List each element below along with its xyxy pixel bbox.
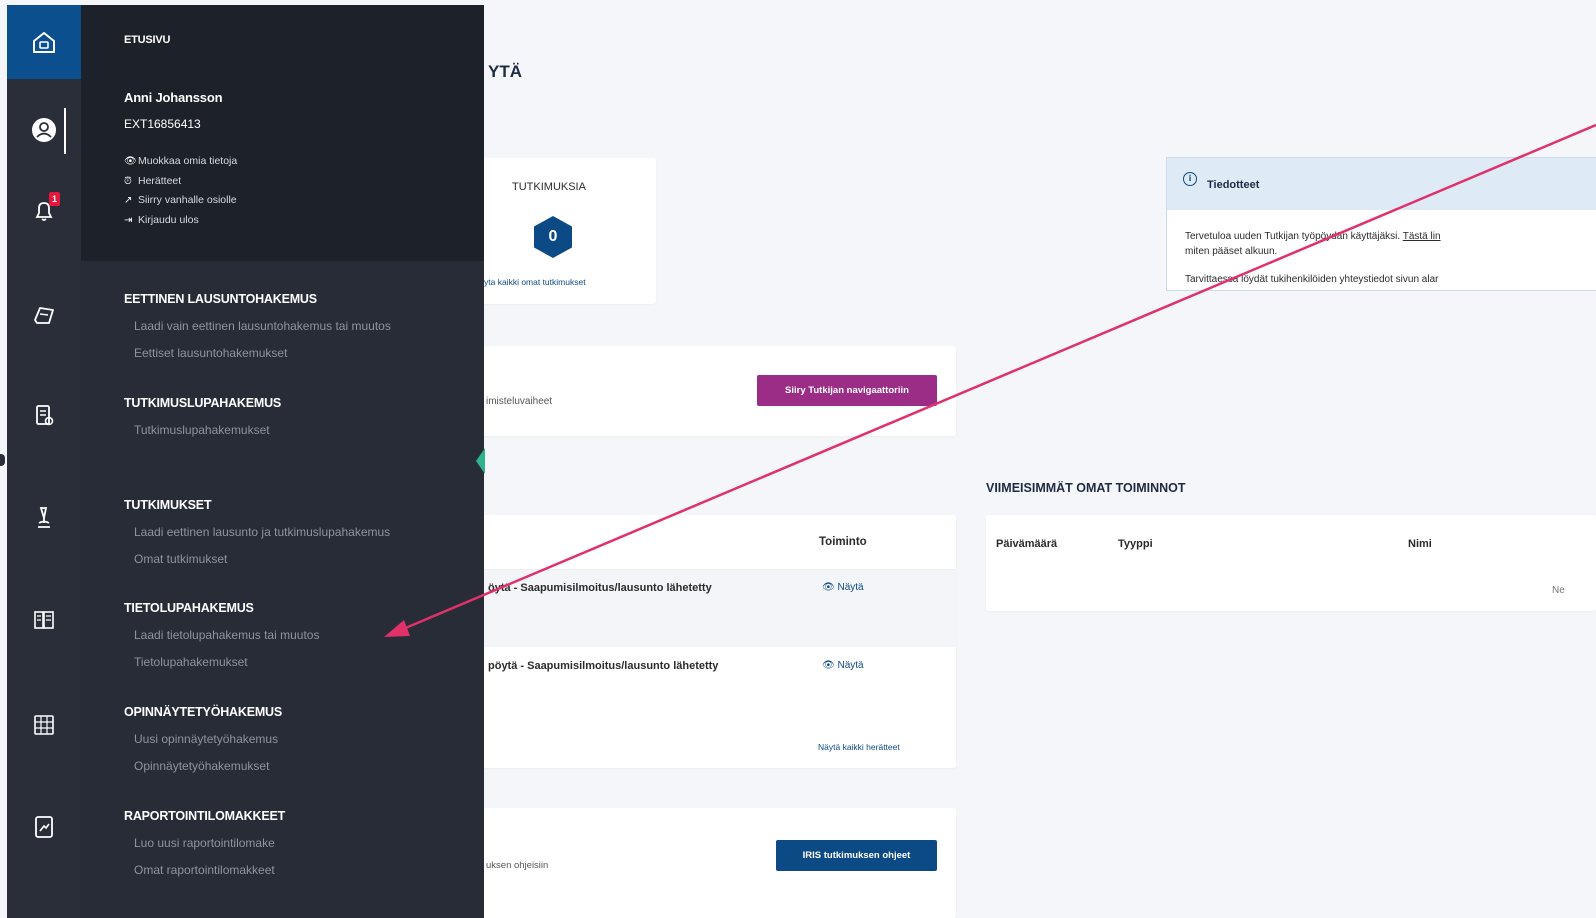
rail-reports[interactable] (7, 797, 81, 857)
navigator-button[interactable]: Siiry Tutkijan navigaattoriin (757, 375, 937, 406)
edit-profile-link[interactable]: 👁︎Muokkaa omia tietoja (124, 155, 237, 167)
info-link[interactable]: Tästä lin (1403, 231, 1441, 242)
navigation-menu: ETUSIVU Anni Johansson EXT16856413 👁︎Muo… (81, 5, 484, 918)
show-all-notifications-link[interactable]: Näytä kaikki herätteet (818, 742, 900, 752)
user-name: Anni Johansson (124, 90, 223, 105)
menu-item[interactable]: Tietolupahakemukset (134, 655, 248, 669)
menu-item[interactable]: Luo uusi raportointilomake (134, 836, 275, 850)
section-title-thesis: OPINNÄYTETYÖHAKEMUS (124, 705, 283, 719)
application-icon (34, 307, 54, 324)
thesis-icon (34, 715, 54, 735)
info-line-1: Tervetuloa uuden Tutkijan työpöydän käyt… (1185, 231, 1441, 242)
notification-count-badge: 1 (49, 192, 60, 206)
menu-item[interactable]: Uusi opinnäytetyöhakemus (134, 732, 278, 746)
studies-card: TUTKIMUKSIA 0 yta kaikki omat tutkimukse… (470, 158, 656, 304)
notification-row-show-link[interactable]: 👁︎ Näytä (822, 660, 864, 671)
info-notice-box: i Tiedotteet Tervetuloa uuden Tutkijan t… (1166, 157, 1596, 291)
menu-collapse-tab[interactable] (476, 448, 485, 474)
alerts-link[interactable]: ⏰︎ Herätteet (124, 175, 181, 187)
recent-actions-title: VIIMEISIMMÄT OMAT TOIMINNOT (986, 481, 1186, 495)
section-title-ethical: EETTINEN LAUSUNTOHAKEMUS (124, 292, 317, 306)
logout-icon: ⇥ (124, 215, 133, 226)
section-title-studies: TUTKIMUKSET (124, 498, 212, 512)
section-title-data-permit: TIETOLUPAHAKEMUS (124, 601, 254, 615)
section-title-reports: RAPORTOINTILOMAKKEET (124, 809, 286, 823)
column-header-type: Tyyppi (1118, 538, 1153, 550)
rail-notifications[interactable]: 1 (7, 180, 81, 240)
column-header-date: Päivämäärä (996, 538, 1058, 550)
home-icon (33, 32, 55, 53)
show-all-studies-link[interactable]: yta kaikki omat tutkimukset (484, 277, 586, 287)
notifications-card: Toiminto öytä - Saapumisilmoitus/lausunt… (470, 515, 956, 768)
logout-link[interactable]: ⇥ Kirjaudu ulos (124, 214, 199, 226)
menu-item-new-data-permit[interactable]: Laadi tietolupahakemus tai muutos (134, 628, 319, 642)
info-line-2: miten pääset alkuun. (1185, 246, 1278, 257)
notifications-action-header: Toiminto (819, 536, 867, 548)
rail-ethical-application[interactable] (7, 285, 81, 345)
recent-actions-table: Päivämäärä Tyyppi Nimi Ne (986, 515, 1596, 611)
user-id: EXT16856413 (124, 117, 201, 131)
icon-rail: 1 (7, 5, 81, 918)
empty-table-message: Ne (1552, 585, 1565, 596)
navigator-text: imisteluvaiheet (486, 396, 553, 407)
menu-item[interactable]: Omat raportointilomakkeet (134, 863, 275, 877)
eye-icon: 👁︎ (124, 156, 137, 167)
info-notice-title: Tiedotteet (1207, 179, 1260, 191)
notification-row-text: pöytä - Saapumisilmoitus/lausunto lähete… (488, 660, 719, 672)
info-notice-header: i Tiedotteet (1167, 158, 1596, 210)
section-title-research-permit: TUTKIMUSLUPAHAKEMUS (124, 396, 282, 410)
guide-text: uksen ohjeisiin (486, 860, 549, 871)
report-icon (35, 816, 53, 838)
menu-item[interactable]: Eettiset lausuntohakemukset (134, 346, 287, 360)
studies-count: 0 (548, 228, 558, 245)
scroll-icon (36, 405, 54, 426)
old-section-link[interactable]: ↗ Siirry vanhalle osiolle (124, 194, 237, 206)
edge-dot (0, 454, 5, 466)
rail-data-permit[interactable] (7, 590, 81, 650)
menu-item[interactable]: Tutkimuslupahakemukset (134, 423, 270, 437)
screenshot-stage: YTÄ TUTKIMUKSIA 0 yta kaikki omat tutkim… (0, 0, 1596, 918)
rail-research-permit[interactable] (7, 385, 81, 445)
microscope-icon (38, 507, 50, 528)
rail-thesis[interactable] (7, 695, 81, 755)
menu-item[interactable]: Laadi vain eettinen lausuntohakemus tai … (134, 319, 391, 333)
external-link-icon: ↗ (124, 195, 133, 206)
notification-row-show-link[interactable]: 👁︎ Näytä (822, 582, 864, 593)
menu-home-link[interactable]: ETUSIVU (124, 34, 170, 46)
info-line-3: Tarvittaessa löydät tukihenkilöiden yhte… (1185, 274, 1439, 285)
eye-icon: 👁︎ (822, 660, 838, 671)
rail-studies[interactable] (7, 488, 81, 548)
rail-home[interactable] (7, 5, 81, 79)
column-header-name: Nimi (1408, 538, 1432, 550)
data-permit-icon (34, 611, 54, 629)
rail-user-divider (64, 108, 66, 154)
menu-item[interactable]: Laadi eettinen lausunto ja tutkimuslupah… (134, 525, 390, 539)
menu-item[interactable]: Omat tutkimukset (134, 552, 227, 566)
page-title: YTÄ (488, 62, 522, 81)
user-icon (32, 118, 56, 142)
studies-label: TUTKIMUKSIA (512, 181, 586, 193)
rail-user[interactable] (7, 100, 81, 160)
iris-guide-button[interactable]: IRIS tutkimuksen ohjeet (776, 840, 937, 871)
alarm-icon: ⏰︎ (124, 176, 132, 187)
notification-row-text: öytä - Saapumisilmoitus/lausunto lähetet… (488, 582, 712, 594)
menu-item[interactable]: Opinnäytetyöhakemukset (134, 759, 269, 773)
info-icon: i (1183, 172, 1197, 186)
eye-icon: 👁︎ (822, 582, 838, 593)
